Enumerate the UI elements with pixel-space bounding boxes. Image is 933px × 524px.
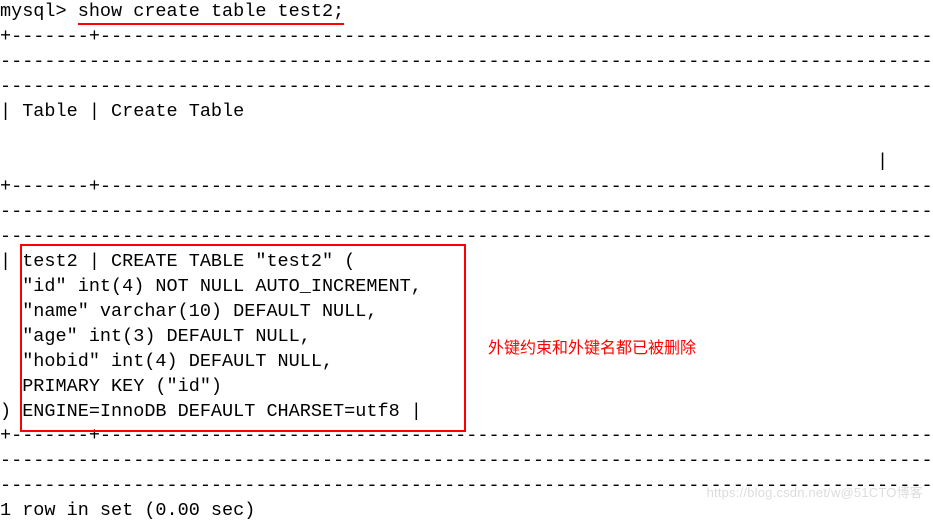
- annotation-text: 外键约束和外键名都已被删除: [488, 338, 696, 360]
- separator-cont-3: ----------------------------------------…: [0, 449, 933, 474]
- create-table-line-2: "id" int(4) NOT NULL AUTO_INCREMENT,: [0, 275, 933, 300]
- create-table-line-6: PRIMARY KEY ("id"): [0, 375, 933, 400]
- prompt-line: mysql> show create table test2;: [0, 0, 933, 25]
- table-header: | Table | Create Table: [0, 100, 933, 125]
- mysql-prompt: mysql>: [0, 1, 78, 22]
- separator-top-1: +-------+-------------------------------…: [0, 25, 933, 50]
- separator-cont-2: ----------------------------------------…: [0, 200, 933, 225]
- create-table-line-5: "hobid" int(4) DEFAULT NULL,: [0, 350, 933, 375]
- watermark: https://blog.csdn.net/w@51CTO博客: [707, 484, 923, 502]
- separator-top-3: +-------+-------------------------------…: [0, 424, 933, 449]
- header-cursor: |: [0, 150, 888, 175]
- create-table-line-3: "name" varchar(10) DEFAULT NULL,: [0, 300, 933, 325]
- result-footer: 1 row in set (0.00 sec): [0, 499, 933, 524]
- separator-end-1: ----------------------------------------…: [0, 75, 933, 100]
- separator-cont-1: ----------------------------------------…: [0, 50, 933, 75]
- separator-top-2: +-------+-------------------------------…: [0, 175, 933, 200]
- create-table-line-7: ) ENGINE=InnoDB DEFAULT CHARSET=utf8 |: [0, 400, 933, 425]
- create-table-line-1: | test2 | CREATE TABLE "test2" (: [0, 250, 933, 275]
- sql-command: show create table test2;: [78, 1, 344, 25]
- separator-end-2: ----------------------------------------…: [0, 225, 933, 250]
- create-table-line-4: "age" int(3) DEFAULT NULL,: [0, 325, 933, 350]
- header-blank: [0, 125, 933, 150]
